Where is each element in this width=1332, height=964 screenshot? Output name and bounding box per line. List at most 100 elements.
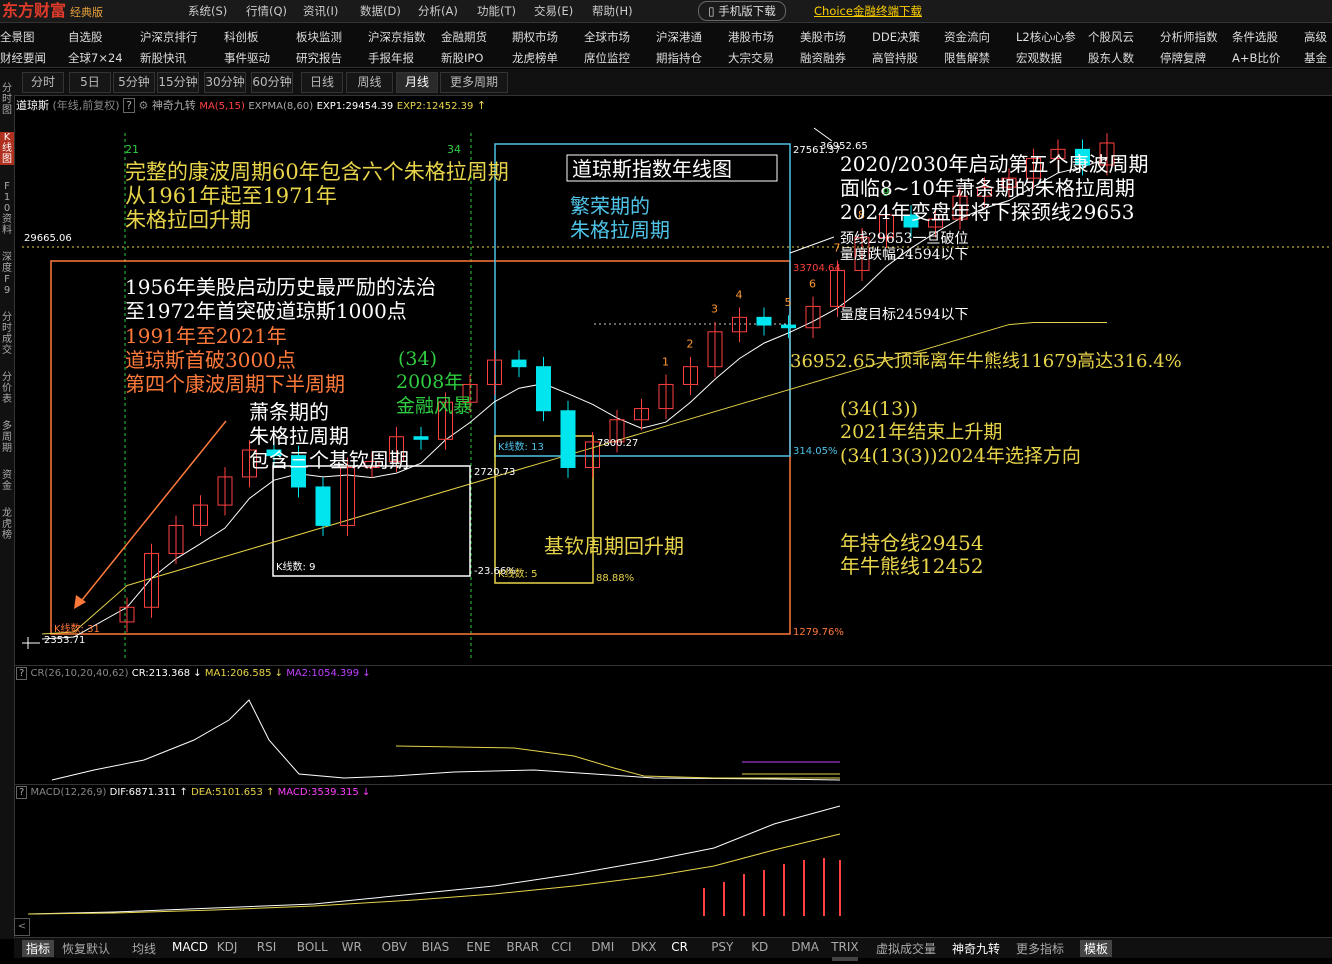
toolbar-item[interactable]: A+B比价 [1232, 50, 1280, 66]
scroll-left-button[interactable]: < [14, 918, 30, 936]
toolbar-item[interactable]: 港股市场 [728, 29, 774, 45]
toolbar-item[interactable]: 资金流向 [944, 29, 990, 45]
toolbar-item[interactable]: L2核心心参 [1016, 29, 1076, 45]
candlestick-chart[interactable]: 21 3412345678936952.6529665.0627561.37337… [14, 113, 1332, 665]
toolbar-item[interactable]: 金融期货 [441, 29, 487, 45]
indicator-name[interactable]: 神奇九转 [152, 99, 196, 112]
period-tab[interactable]: 60分钟 [251, 72, 293, 93]
gear-icon[interactable]: ⚙ [138, 99, 148, 112]
indicator-tab[interactable]: DKX [631, 940, 656, 954]
indicator-tab[interactable]: BOLL [297, 940, 328, 954]
toolbar-item[interactable]: 条件选股 [1232, 29, 1278, 45]
left-strip-tab[interactable]: 分时图 [0, 83, 14, 116]
left-strip-tab[interactable]: 多周期 [0, 421, 14, 454]
indicator-tab[interactable]: ENE [466, 940, 490, 954]
toolbar-item[interactable]: 期指持仓 [656, 50, 702, 66]
indicator-tab[interactable]: BRAR [506, 940, 539, 954]
toolbar-item[interactable]: 席位监控 [584, 50, 630, 66]
period-tab[interactable]: 日线 [301, 72, 343, 93]
menu-item[interactable]: 行情(Q) [246, 3, 287, 19]
indicator-tab[interactable]: 均线 [132, 940, 156, 957]
indicator-tab[interactable]: 更多指标 [1016, 940, 1064, 957]
period-tab[interactable]: 30分钟 [204, 72, 246, 93]
toolbar-item[interactable]: 板块监测 [296, 29, 342, 45]
indicator-tab[interactable]: BIAS [422, 940, 450, 954]
left-strip-tab[interactable]: F10资料 [0, 181, 14, 236]
indicator-tab[interactable]: RSI [257, 940, 277, 954]
menu-item[interactable]: 交易(E) [534, 3, 573, 19]
menu-item[interactable]: 分析(A) [418, 3, 458, 19]
left-strip-tab[interactable]: 资金 [0, 470, 14, 492]
left-strip-tab[interactable]: 分价表 [0, 372, 14, 405]
left-strip-tab[interactable]: 分时成交 [0, 312, 14, 356]
period-tab[interactable]: 5日 [69, 72, 111, 93]
macd-help-button[interactable]: ? [16, 786, 28, 799]
toolbar-item[interactable]: 财经要闻 [0, 50, 46, 66]
indicator-tab[interactable]: 恢复默认 [62, 940, 110, 957]
toolbar-item[interactable]: 高级 [1304, 29, 1327, 45]
toolbar-item[interactable]: 分析师指数 [1160, 29, 1218, 45]
indicator-tab[interactable]: PSY [711, 940, 733, 954]
toolbar-item[interactable]: 沪深京指数 [368, 29, 426, 45]
indicator-tab[interactable]: 指标 [22, 940, 55, 957]
toolbar-item[interactable]: 期权市场 [512, 29, 558, 45]
toolbar-item[interactable]: DDE决策 [872, 29, 920, 45]
toolbar-item[interactable]: 融资融券 [800, 50, 846, 66]
menu-item[interactable]: 功能(T) [477, 3, 516, 19]
toolbar-item[interactable]: 事件驱动 [224, 50, 270, 66]
toolbar-item[interactable]: 科创板 [224, 29, 259, 45]
period-tab[interactable]: 15分钟 [157, 72, 199, 93]
left-strip-tab[interactable]: 龙虎榜 [0, 508, 14, 541]
period-tab[interactable]: 周线 [346, 72, 393, 93]
toolbar-item[interactable]: 高管持股 [872, 50, 918, 66]
toolbar-item[interactable]: 龙虎榜单 [512, 50, 558, 66]
menu-item[interactable]: 资讯(I) [303, 3, 338, 19]
indicator-tab[interactable]: OBV [382, 940, 408, 954]
indicator-tab[interactable]: MACD [172, 940, 208, 954]
choice-download-link[interactable]: Choice金融终端下载 [814, 3, 922, 19]
left-strip-tab[interactable]: 深度F9 [0, 252, 14, 296]
toolbar-item[interactable]: 基金 [1304, 50, 1327, 66]
toolbar-item[interactable]: 宏观数据 [1016, 50, 1062, 66]
cr-help-button[interactable]: ? [16, 667, 28, 680]
expma-label[interactable]: EXPMA(8,60) [248, 101, 313, 112]
ma-label[interactable]: MA(5,15) [199, 101, 245, 112]
indicator-tab[interactable]: 虚拟成交量 [876, 940, 936, 957]
left-strip-tab[interactable]: K线图 [0, 132, 14, 165]
indicator-tab[interactable]: DMA [791, 940, 819, 954]
menu-item[interactable]: 帮助(H) [592, 3, 633, 19]
toolbar-item[interactable]: 个股风云 [1088, 29, 1134, 45]
period-tab[interactable]: 更多周期 [440, 72, 508, 93]
toolbar-item[interactable]: 手报年报 [368, 50, 414, 66]
period-tab[interactable]: 5分钟 [113, 72, 155, 93]
scrollbar-thumb[interactable] [832, 957, 858, 961]
indicator-tab[interactable]: WR [342, 940, 362, 954]
menu-item[interactable]: 系统(S) [188, 3, 227, 19]
indicator-tab[interactable]: KD [751, 940, 768, 954]
toolbar-item[interactable]: 新股IPO [441, 50, 483, 66]
toolbar-item[interactable]: 大宗交易 [728, 50, 774, 66]
menu-item[interactable]: 数据(D) [360, 3, 401, 19]
toolbar-item[interactable]: 研究报告 [296, 50, 342, 66]
toolbar-item[interactable]: 自选股 [68, 29, 103, 45]
toolbar-item[interactable]: 股东人数 [1088, 50, 1134, 66]
toolbar-item[interactable]: 限售解禁 [944, 50, 990, 66]
toolbar-item[interactable]: 停牌复牌 [1160, 50, 1206, 66]
toolbar-item[interactable]: 美股市场 [800, 29, 846, 45]
toolbar-item[interactable]: 沪深京排行 [140, 29, 198, 45]
period-tab[interactable]: 分时 [22, 72, 64, 93]
indicator-tab[interactable]: CR [671, 940, 688, 954]
indicator-tab[interactable]: TRIX [831, 940, 858, 954]
indicator-tab[interactable]: CCI [551, 940, 571, 954]
indicator-tab[interactable]: KDJ [217, 940, 238, 954]
toolbar-item[interactable]: 全球市场 [584, 29, 630, 45]
help-button[interactable]: ? [123, 98, 135, 113]
mobile-download-button[interactable]: ▯ 手机版下载 [698, 1, 786, 21]
toolbar-item[interactable]: 沪深港通 [656, 29, 702, 45]
indicator-tab[interactable]: 神奇九转 [952, 940, 1000, 957]
toolbar-item[interactable]: 新股快讯 [140, 50, 186, 66]
period-tab[interactable]: 月线 [396, 72, 438, 93]
indicator-tab[interactable]: 模板 [1080, 940, 1113, 957]
toolbar-item[interactable]: 全球7×24 [68, 50, 123, 66]
indicator-tab[interactable]: DMI [591, 940, 614, 954]
